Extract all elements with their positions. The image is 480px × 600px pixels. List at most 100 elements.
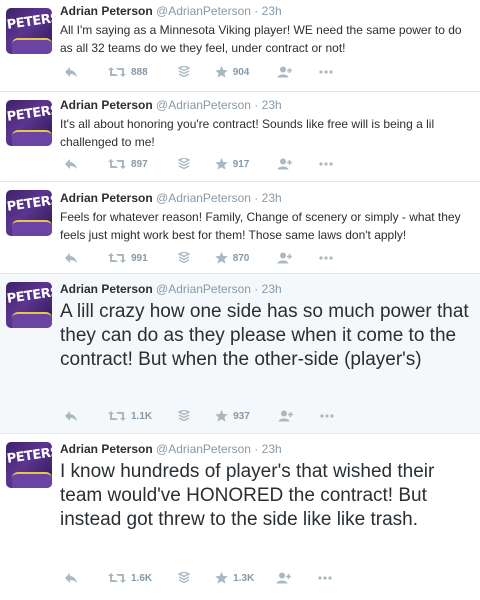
follow-button[interactable] (276, 572, 292, 584)
separator-dot: · (254, 191, 259, 205)
avatar-jersey-text: PETERSON (6, 442, 52, 467)
user-name[interactable]: Adrian Peterson (60, 282, 153, 296)
more-icon (319, 256, 333, 260)
avatar[interactable]: PETERSON (6, 282, 52, 328)
follow-button[interactable] (278, 410, 294, 422)
more-icon (319, 162, 333, 166)
avatar-jersey-trim (12, 220, 52, 236)
avatar[interactable]: PETERSON (6, 8, 52, 54)
tweet-actions: 888 904 (60, 64, 333, 80)
separator-dot: · (254, 282, 259, 296)
tweet[interactable]: PETERSON Adrian Peterson @AdrianPeterson… (0, 434, 480, 600)
tweet-text: It's all about honoring you're contract!… (60, 117, 435, 149)
tweet-text: A lill crazy how one side has so much po… (60, 301, 469, 370)
reply-icon (65, 253, 77, 263)
follow-icon (277, 252, 293, 264)
embed-button[interactable] (177, 158, 190, 170)
stack-icon (178, 572, 191, 584)
retweet-icon (108, 411, 126, 421)
follow-icon (277, 158, 293, 170)
user-name[interactable]: Adrian Peterson (60, 191, 153, 205)
favorite-button[interactable]: 904 (214, 66, 249, 78)
avatar-jersey-text: PETERSON (6, 190, 52, 215)
stack-icon (178, 410, 191, 422)
follow-button[interactable] (277, 252, 293, 264)
star-icon (214, 158, 228, 170)
tweet-text: Feels for whatever reason! Family, Chang… (60, 210, 461, 242)
more-button[interactable] (319, 161, 333, 167)
follow-button[interactable] (277, 66, 293, 78)
reply-button[interactable] (64, 66, 78, 78)
tweet-content: Adrian Peterson @AdrianPeterson · 23h Fe… (60, 182, 472, 264)
user-handle[interactable]: @AdrianPeterson (156, 4, 251, 18)
embed-button[interactable] (177, 252, 190, 264)
reply-icon (65, 573, 77, 583)
tweet-timestamp[interactable]: 23h (262, 4, 282, 18)
user-name[interactable]: Adrian Peterson (60, 4, 153, 18)
tweet-actions: 897 917 (60, 156, 333, 172)
avatar-jersey-trim (12, 38, 52, 54)
user-handle[interactable]: @AdrianPeterson (156, 442, 251, 456)
tweet-content: Adrian Peterson @AdrianPeterson · 23h It… (60, 92, 472, 170)
more-icon (319, 70, 333, 74)
more-button[interactable] (319, 69, 333, 75)
separator-dot: · (254, 98, 259, 112)
retweet-button[interactable]: 1.6K (108, 572, 152, 584)
separator-dot: · (254, 4, 259, 18)
retweet-button[interactable]: 888 (108, 66, 148, 78)
tweet[interactable]: PETERSON Adrian Peterson @AdrianPeterson… (0, 92, 480, 182)
more-button[interactable] (319, 255, 333, 261)
avatar-jersey-trim (12, 472, 52, 488)
tweet-timestamp[interactable]: 23h (262, 442, 282, 456)
embed-button[interactable] (177, 66, 190, 78)
user-handle[interactable]: @AdrianPeterson (156, 282, 251, 296)
reply-icon (65, 67, 77, 77)
user-handle[interactable]: @AdrianPeterson (156, 98, 251, 112)
retweet-button[interactable]: 1.1K (108, 410, 152, 422)
avatar-jersey-trim (12, 312, 52, 328)
user-name[interactable]: Adrian Peterson (60, 442, 153, 456)
stack-icon (177, 158, 190, 170)
avatar[interactable]: PETERSON (6, 100, 52, 146)
favorite-button[interactable]: 937 (215, 410, 250, 422)
reply-button[interactable] (64, 158, 78, 170)
embed-button[interactable] (178, 410, 191, 422)
avatar-jersey-text: PETERSON (6, 282, 52, 307)
retweet-icon (108, 573, 126, 583)
reply-button[interactable] (64, 572, 78, 584)
retweet-icon (108, 253, 126, 263)
more-button[interactable] (318, 575, 332, 581)
tweet-actions: 1.1K 937 (60, 408, 334, 424)
tweet-content: Adrian Peterson @AdrianPeterson · 23h I … (60, 434, 472, 584)
retweet-button[interactable]: 991 (108, 252, 148, 264)
retweet-icon (108, 159, 126, 169)
retweet-button[interactable]: 897 (108, 158, 148, 170)
tweet-timestamp[interactable]: 23h (262, 282, 282, 296)
user-name[interactable]: Adrian Peterson (60, 98, 153, 112)
avatar[interactable]: PETERSON (6, 190, 52, 236)
more-icon (320, 414, 334, 418)
favorite-button[interactable]: 870 (214, 252, 249, 264)
tweet-timestamp[interactable]: 23h (262, 98, 282, 112)
tweet-text: I know hundreds of player's that wished … (60, 461, 435, 530)
reply-icon (65, 411, 77, 421)
reply-button[interactable] (64, 252, 78, 264)
favorite-button[interactable]: 917 (214, 158, 249, 170)
tweet-header: Adrian Peterson @AdrianPeterson · 23h (60, 442, 472, 456)
tweet-header: Adrian Peterson @AdrianPeterson · 23h (60, 191, 472, 205)
tweet[interactable]: PETERSON Adrian Peterson @AdrianPeterson… (0, 274, 480, 434)
user-handle[interactable]: @AdrianPeterson (156, 191, 251, 205)
avatar[interactable]: PETERSON (6, 442, 52, 488)
avatar-jersey-text: PETERSON (6, 100, 52, 125)
tweet[interactable]: PETERSON Adrian Peterson @AdrianPeterson… (0, 182, 480, 274)
embed-button[interactable] (178, 572, 191, 584)
tweet-timestamp[interactable]: 23h (262, 191, 282, 205)
reply-button[interactable] (64, 410, 78, 422)
tweet-text: All I'm saying as a Minnesota Viking pla… (60, 23, 462, 55)
tweet-header: Adrian Peterson @AdrianPeterson · 23h (60, 98, 472, 112)
tweet[interactable]: PETERSON Adrian Peterson @AdrianPeterson… (0, 0, 480, 92)
follow-button[interactable] (277, 158, 293, 170)
favorite-button[interactable]: 1.3K (215, 572, 254, 584)
more-button[interactable] (320, 413, 334, 419)
avatar-jersey-text: PETERSON (6, 8, 52, 33)
